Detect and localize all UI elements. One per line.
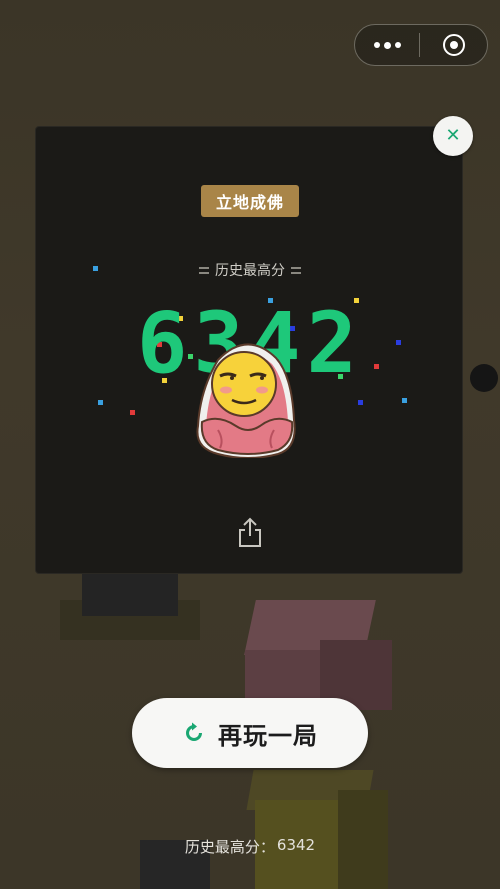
close-x-icon: ✕ — [445, 125, 461, 146]
confetti-piece — [396, 340, 401, 345]
replay-label: 再玩一局 — [218, 721, 318, 750]
replay-button[interactable]: 再玩一局 — [132, 698, 368, 768]
mini-program-capsule — [354, 24, 488, 66]
best-score-title: 历史最高分 — [180, 260, 320, 280]
replay-icon — [186, 722, 202, 741]
footer-best-score-value: 6342 — [276, 836, 316, 854]
more-dots-icon[interactable] — [355, 25, 419, 65]
confetti-piece — [358, 400, 363, 405]
confetti-piece — [402, 398, 407, 403]
best-score-title-text: 历史最高分 — [215, 263, 285, 279]
close-button[interactable]: ✕ — [433, 116, 473, 156]
footer-best-score: 历史最高分： 6342 — [0, 836, 500, 860]
confetti-piece — [98, 400, 103, 405]
obstacle-ball — [470, 364, 498, 392]
mascot-emoji — [196, 343, 296, 458]
share-icon[interactable] — [236, 516, 264, 548]
footer-best-score-label: 历史最高分： — [184, 838, 275, 856]
title-bars-left-icon — [199, 266, 209, 274]
target-circle-icon[interactable] — [420, 25, 487, 65]
confetti-piece — [130, 410, 135, 415]
confetti-piece — [93, 266, 98, 271]
title-bars-right-icon — [291, 266, 301, 274]
rank-badge: 立地成佛 — [201, 185, 299, 217]
